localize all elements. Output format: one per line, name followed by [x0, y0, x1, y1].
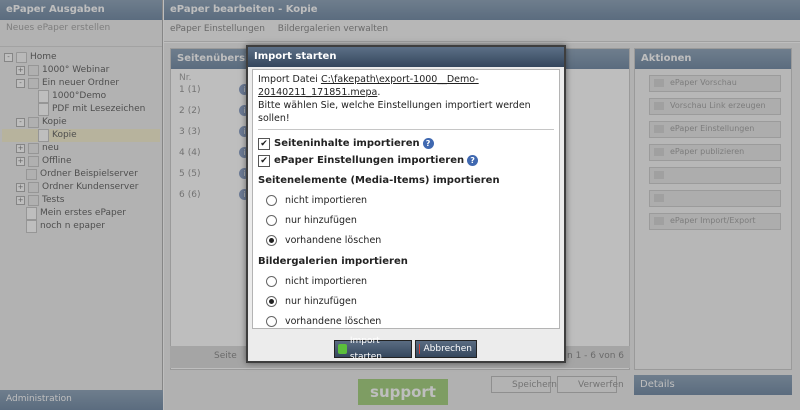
epaper-settings-checkbox-row: ✔ ePaper Einstellungen importieren ? — [258, 152, 554, 169]
help-icon[interactable]: ? — [467, 155, 479, 166]
epaper-settings-label: ePaper Einstellungen importieren — [274, 155, 465, 166]
gallery-option-none-label: nicht importieren — [285, 275, 368, 287]
import-file-prefix: Import Datei — [258, 74, 318, 85]
page-content-checkbox[interactable]: ✔ — [258, 137, 270, 150]
import-dialog-title: Import starten — [248, 47, 564, 67]
help-icon[interactable]: ? — [422, 138, 434, 149]
radio-icon — [266, 214, 277, 226]
radio-icon — [266, 315, 277, 327]
media-option-add[interactable]: nur hinzufügen — [258, 210, 554, 230]
gallery-option-none[interactable]: nicht importieren — [258, 271, 554, 291]
import-dialog-body: Import Datei C:\fakepath\export-1000__De… — [252, 69, 560, 329]
radio-selected-icon — [266, 295, 277, 307]
cancel-icon — [419, 344, 421, 354]
import-start-button[interactable]: Import starten — [334, 336, 412, 362]
gallery-option-delete[interactable]: vorhandene löschen — [258, 311, 554, 331]
import-file-path: C:\fakepath\export-1000__Demo- — [320, 74, 479, 85]
cancel-button[interactable]: Abbrechen — [415, 340, 477, 358]
import-file-path-2: 20140211_171851.mepa — [258, 87, 378, 98]
cancel-label: Abbrechen — [423, 344, 472, 354]
media-option-none-label: nicht importieren — [285, 194, 368, 206]
epaper-settings-checkbox[interactable]: ✔ — [258, 154, 270, 167]
import-file-line-2: 20140211_171851.mepa. — [258, 86, 554, 99]
import-instruction: Bitte wählen Sie, welche Einstellungen i… — [258, 100, 531, 124]
media-option-add-label: nur hinzufügen — [285, 214, 357, 226]
radio-icon — [266, 194, 277, 206]
page-content-label: Seiteninhalte importieren — [274, 138, 420, 149]
import-file-suffix: . — [377, 87, 381, 98]
gallery-option-add[interactable]: nur hinzufügen — [258, 291, 554, 311]
import-start-label: Import starten — [349, 336, 383, 362]
page-content-checkbox-row: ✔ Seiteninhalte importieren ? — [258, 135, 554, 152]
media-option-none[interactable]: nicht importieren — [258, 190, 554, 210]
import-dialog: Import starten Import Datei C:\fakepath\… — [246, 45, 566, 363]
media-option-delete-label: vorhandene löschen — [285, 234, 382, 246]
dialog-separator — [258, 129, 554, 130]
radio-icon — [266, 275, 277, 287]
radio-selected-icon — [266, 234, 277, 246]
media-section-title: Seitenelemente (Media-Items) importieren — [258, 175, 500, 186]
gallery-option-add-label: nur hinzufügen — [285, 295, 357, 307]
media-option-delete[interactable]: vorhandene löschen — [258, 230, 554, 250]
import-file-line: Import Datei C:\fakepath\export-1000__De… — [258, 73, 554, 86]
gallery-section-title: Bildergalerien importieren — [258, 256, 408, 267]
gallery-option-delete-label: vorhandene löschen — [285, 315, 382, 327]
check-icon — [338, 344, 347, 354]
